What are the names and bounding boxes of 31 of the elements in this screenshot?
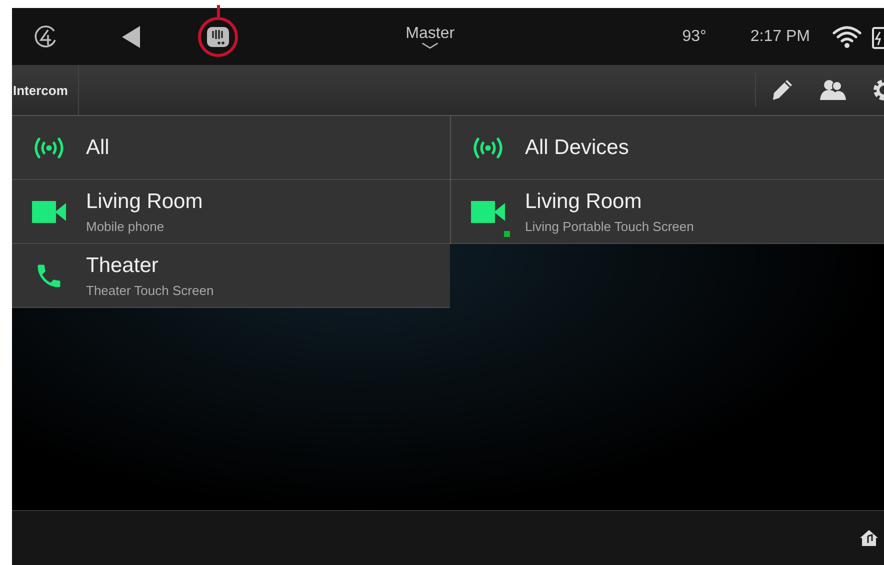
- contact-item[interactable]: Living Room Mobile phone: [12, 180, 450, 244]
- toolbar-title: Intercom: [12, 65, 79, 115]
- contact-name: Living Room: [86, 190, 203, 214]
- contact-item[interactable]: Theater Theater Touch Screen: [12, 244, 450, 308]
- device-name: Living Portable Touch Screen: [525, 218, 694, 234]
- back-arrow-icon[interactable]: [122, 26, 140, 48]
- device-name: Mobile phone: [86, 218, 166, 234]
- home-icon[interactable]: [860, 530, 878, 546]
- wifi-icon: [832, 24, 862, 48]
- chevron-down-icon[interactable]: [422, 42, 438, 48]
- contact-name: All: [86, 136, 110, 160]
- contact-name: Living Room: [525, 190, 643, 214]
- users-icon[interactable]: [820, 79, 846, 101]
- video-camera-icon: [471, 200, 505, 222]
- pencil-icon[interactable]: [770, 78, 794, 102]
- clock-time: 2:17 PM: [750, 28, 810, 46]
- contact-name: All Devices: [525, 136, 629, 160]
- logo-icon[interactable]: [34, 24, 58, 48]
- contact-item[interactable]: All: [12, 116, 450, 180]
- contact-item[interactable]: Living Room Living Portable Touch Screen: [451, 180, 884, 244]
- temperature: 93°: [682, 28, 706, 46]
- battery-icon: [872, 24, 884, 48]
- intercom-icon[interactable]: [206, 24, 230, 48]
- contact-name: Theater: [86, 254, 160, 278]
- room-name[interactable]: Master: [406, 24, 455, 42]
- contact-item[interactable]: All Devices: [451, 116, 884, 180]
- broadcast-icon: [471, 136, 505, 160]
- settings-icon[interactable]: [872, 78, 884, 102]
- video-camera-icon: [32, 200, 66, 222]
- device-name: Theater Touch Screen: [86, 282, 214, 298]
- broadcast-icon: [32, 136, 66, 160]
